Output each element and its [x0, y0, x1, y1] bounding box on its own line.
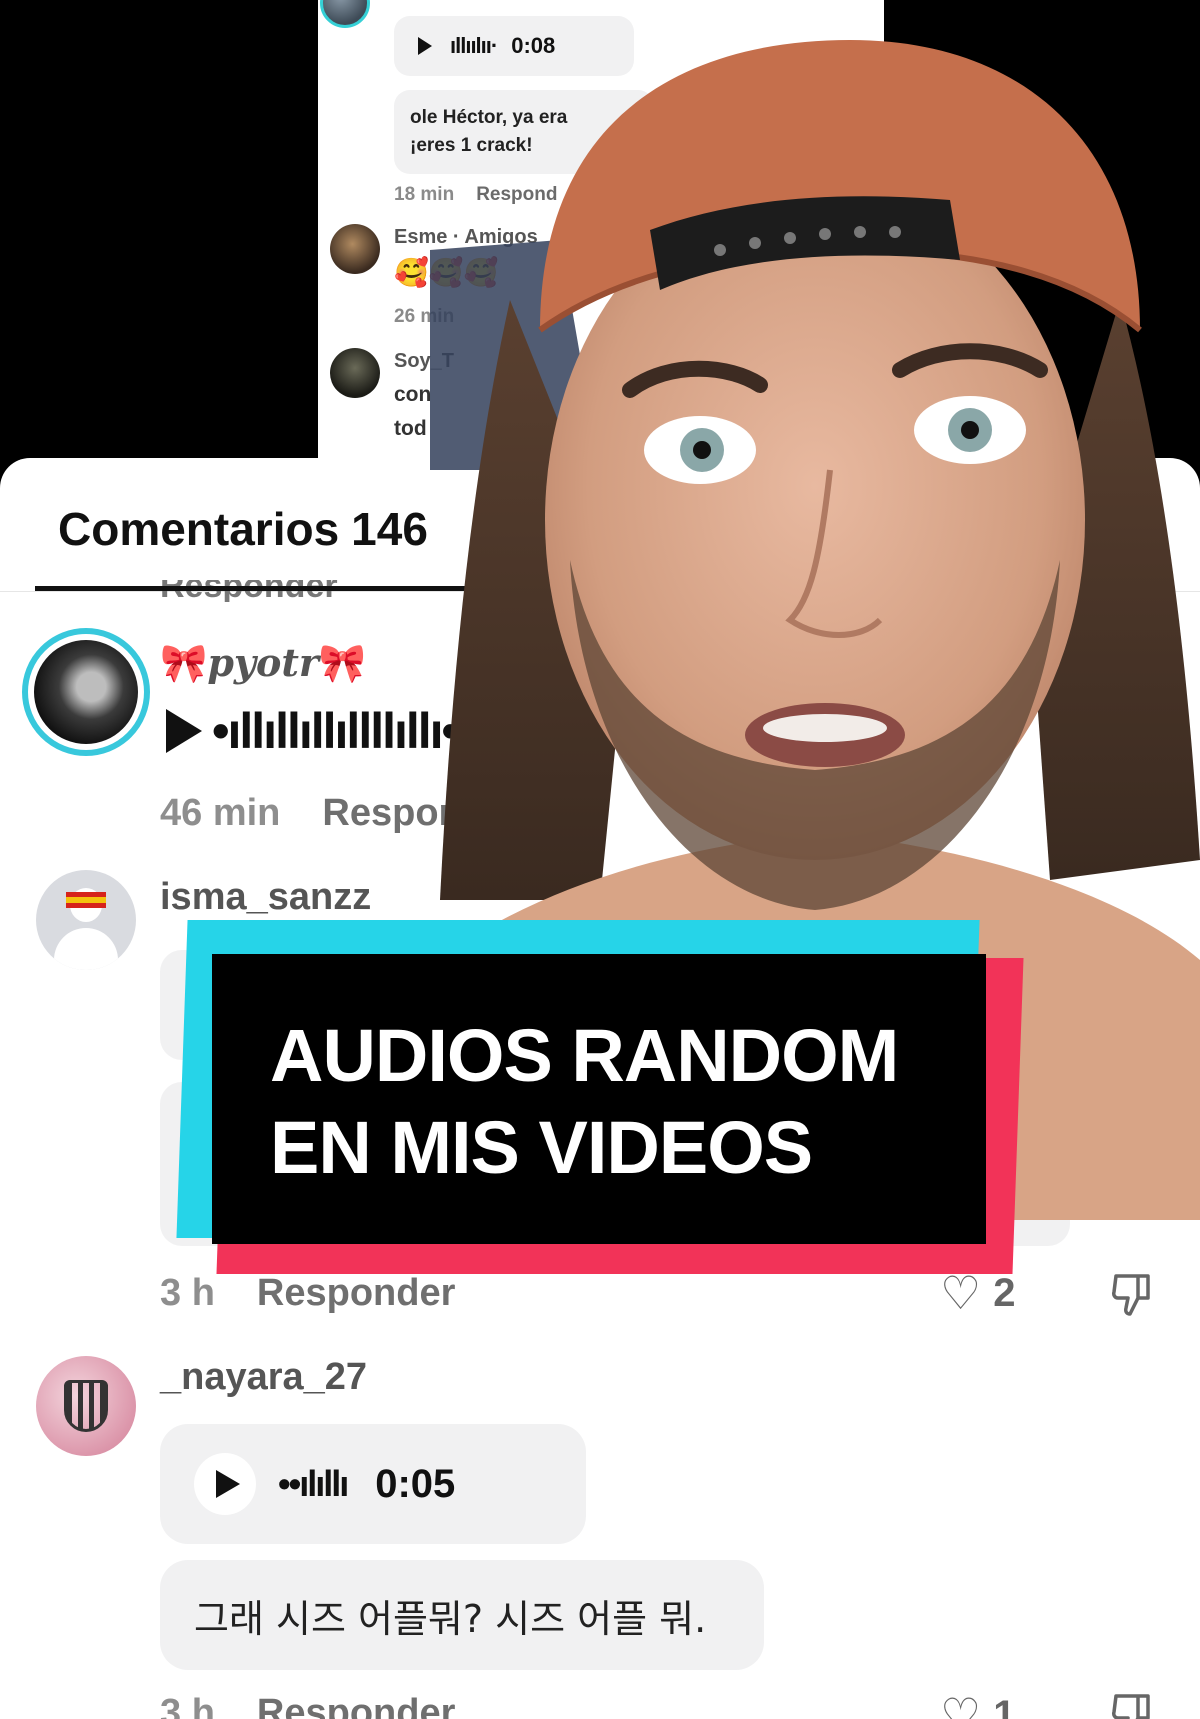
- like-button[interactable]: ♡ 1: [940, 1688, 1016, 1719]
- waveform-icon: ••ılıllı: [278, 1463, 349, 1504]
- bow-emoji: 🎀: [160, 640, 208, 685]
- inset-comment-line: con: [394, 383, 432, 406]
- dislike-icon[interactable]: [1110, 1692, 1154, 1719]
- inset-comment-line: ole Héctor, ya era: [410, 107, 568, 128]
- comment-time: 3 h: [160, 1692, 215, 1719]
- heart-icon: ♡: [940, 1689, 982, 1719]
- tab-next[interactable]: M: [552, 502, 590, 556]
- play-button[interactable]: [194, 1453, 256, 1515]
- inset-audio-duration: 0:08: [511, 33, 556, 58]
- like-count: 1: [993, 1692, 1016, 1719]
- inset-screenshot: ıllıılıı· 0:08 ole Héctor, ya era ¡eres …: [318, 0, 884, 470]
- caption-line: EN MIS VIDEOS: [270, 1106, 813, 1189]
- comment-username[interactable]: isma_sanzz: [160, 876, 371, 919]
- inset-audio-message[interactable]: ıllıılıı· 0:08: [394, 16, 634, 76]
- inset-avatar-esme[interactable]: [330, 224, 380, 274]
- audio-duration: 0:05: [375, 1461, 456, 1506]
- comment-username[interactable]: 🎀pyotr🎀: [160, 640, 366, 686]
- avatar[interactable]: [22, 628, 150, 756]
- play-icon[interactable]: [166, 709, 202, 753]
- reply-link[interactable]: Responder: [322, 792, 520, 834]
- fc-barcelona-crest-icon: [64, 1380, 108, 1432]
- dislike-icon[interactable]: [1110, 1272, 1154, 1318]
- comment-time: 46 min: [160, 792, 281, 834]
- tab-comments-label: Comentarios: [58, 503, 340, 555]
- inset-username[interactable]: Soy_T: [394, 350, 454, 373]
- comment-username[interactable]: _nayara_27: [160, 1356, 367, 1399]
- inset-comment-meta: 18 min Respond: [394, 184, 557, 206]
- comment-tabs: Comentarios 146 M Responder: [0, 458, 1200, 602]
- audio-message[interactable]: •ıllıllıllıllllıllı•: [166, 702, 459, 760]
- username-text: pyotr: [207, 640, 319, 685]
- play-icon[interactable]: [418, 37, 432, 55]
- waveform-icon: •ıllıllıllıllllıllı•: [212, 703, 459, 759]
- avatar[interactable]: [36, 870, 136, 970]
- comment-meta: 3 h Responder: [160, 1272, 455, 1315]
- inset-avatar-top[interactable]: [320, 0, 370, 28]
- cut-off-reply-link: Responder: [160, 580, 338, 602]
- spain-flag-icon: [66, 892, 106, 908]
- bow-emoji: 🎀: [318, 640, 367, 685]
- avatar[interactable]: [36, 1356, 136, 1456]
- inset-reply-link[interactable]: Respond: [476, 184, 557, 205]
- inset-comment-bubble: ole Héctor, ya era ¡eres 1 crack!: [394, 90, 654, 174]
- inset-comment-text: con tod: [394, 378, 431, 446]
- comment-text: 그래 시즈 어플뭐? 시즈 어플 뭐.: [160, 1560, 764, 1670]
- tab-comments[interactable]: Comentarios 146: [58, 502, 428, 556]
- waveform-icon: ıllıılıı·: [450, 33, 498, 58]
- like-button[interactable]: ♡ 2: [940, 1266, 1016, 1320]
- comment-count: 146: [351, 503, 428, 555]
- reply-link[interactable]: Responder: [257, 1692, 455, 1719]
- inset-avatar-soy[interactable]: [330, 348, 380, 398]
- inset-comment-line: tod: [394, 417, 427, 440]
- inset-comment-time: 26 min: [394, 306, 455, 327]
- caption-text: AUDIOS RANDOM EN MIS VIDEOS: [270, 1010, 970, 1194]
- inset-comment-time: 18 min: [394, 184, 455, 205]
- comment-meta: 3 h Responder: [160, 1692, 455, 1719]
- tab-underline: [35, 586, 493, 591]
- comment-meta: 46 min Responder: [160, 792, 521, 835]
- heart-icon: ♡: [940, 1267, 982, 1319]
- inset-comment-line: ¡eres 1 crack!: [410, 135, 533, 156]
- like-count: 2: [993, 1270, 1016, 1315]
- reply-link[interactable]: Responder: [257, 1272, 455, 1314]
- inset-username[interactable]: Esme · Amigos: [394, 226, 538, 249]
- caption-line: AUDIOS RANDOM: [270, 1014, 899, 1097]
- inset-emoji-comment: 🥰🥰🥰: [394, 257, 499, 288]
- play-icon: [216, 1470, 240, 1498]
- comment-time: 3 h: [160, 1272, 215, 1314]
- audio-message[interactable]: ••ılıllı 0:05: [160, 1424, 586, 1544]
